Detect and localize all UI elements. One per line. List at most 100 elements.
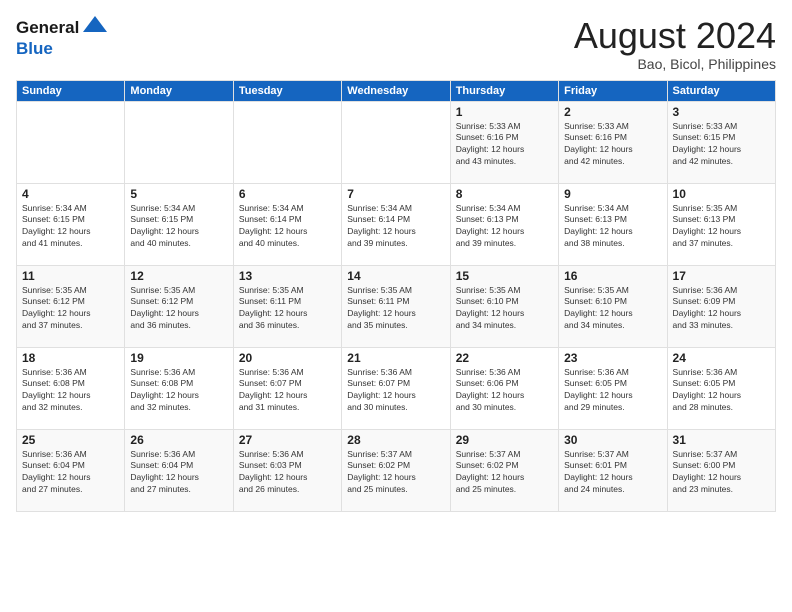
day-number: 21 [347,351,444,365]
title-block: August 2024 Bao, Bicol, Philippines [574,16,776,72]
day-info: Sunrise: 5:36 AM Sunset: 6:05 PM Dayligh… [673,367,770,415]
day-info: Sunrise: 5:34 AM Sunset: 6:15 PM Dayligh… [130,203,227,251]
col-friday: Friday [559,80,667,101]
day-info: Sunrise: 5:35 AM Sunset: 6:11 PM Dayligh… [239,285,336,333]
day-info: Sunrise: 5:34 AM Sunset: 6:14 PM Dayligh… [347,203,444,251]
day-number: 28 [347,433,444,447]
day-info: Sunrise: 5:35 AM Sunset: 6:10 PM Dayligh… [564,285,661,333]
day-info: Sunrise: 5:37 AM Sunset: 6:02 PM Dayligh… [456,449,553,497]
day-cell: 3Sunrise: 5:33 AM Sunset: 6:15 PM Daylig… [667,101,775,183]
logo: General Blue [16,16,109,59]
day-info: Sunrise: 5:34 AM Sunset: 6:13 PM Dayligh… [564,203,661,251]
day-number: 9 [564,187,661,201]
day-info: Sunrise: 5:35 AM Sunset: 6:11 PM Dayligh… [347,285,444,333]
day-cell: 31Sunrise: 5:37 AM Sunset: 6:00 PM Dayli… [667,429,775,511]
col-monday: Monday [125,80,233,101]
day-info: Sunrise: 5:36 AM Sunset: 6:05 PM Dayligh… [564,367,661,415]
day-number: 29 [456,433,553,447]
page: General Blue August 2024 Bao, Bicol, Phi… [0,0,792,612]
logo-icon [81,12,109,40]
day-number: 22 [456,351,553,365]
day-cell: 11 Sunrise: 5:35 AM Sunset: 6:12 PM Dayli… [17,265,125,347]
day-cell: 24 Sunrise: 5:36 AM Sunset: 6:05 PM Dayli… [667,347,775,429]
col-wednesday: Wednesday [342,80,450,101]
day-info: Sunrise: 5:34 AM Sunset: 6:15 PM Dayligh… [22,203,119,251]
header: General Blue August 2024 Bao, Bicol, Phi… [16,16,776,72]
day-cell: 22 Sunrise: 5:36 AM Sunset: 6:06 PM Dayli… [450,347,558,429]
day-cell [17,101,125,183]
day-number: 18 [22,351,119,365]
day-info: Sunrise: 5:33 AM Sunset: 6:15 PM Dayligh… [673,121,770,169]
day-info: Sunrise: 5:35 AM Sunset: 6:10 PM Dayligh… [456,285,553,333]
week-row-3: 11 Sunrise: 5:35 AM Sunset: 6:12 PM Dayli… [17,265,776,347]
day-info: Sunrise: 5:34 AM Sunset: 6:13 PM Dayligh… [456,203,553,251]
day-cell: 2Sunrise: 5:33 AM Sunset: 6:16 PM Daylig… [559,101,667,183]
day-number: 14 [347,269,444,283]
day-cell [125,101,233,183]
week-row-5: 25Sunrise: 5:36 AM Sunset: 6:04 PM Dayli… [17,429,776,511]
day-cell: 23 Sunrise: 5:36 AM Sunset: 6:05 PM Dayli… [559,347,667,429]
day-cell: 21 Sunrise: 5:36 AM Sunset: 6:07 PM Dayli… [342,347,450,429]
day-number: 15 [456,269,553,283]
day-number: 17 [673,269,770,283]
day-number: 30 [564,433,661,447]
day-number: 19 [130,351,227,365]
day-cell: 7 Sunrise: 5:34 AM Sunset: 6:14 PM Daylig… [342,183,450,265]
day-cell: 27 Sunrise: 5:36 AM Sunset: 6:03 PM Dayli… [233,429,341,511]
day-number: 1 [456,105,553,119]
day-number: 2 [564,105,661,119]
day-info: Sunrise: 5:33 AM Sunset: 6:16 PM Dayligh… [456,121,553,169]
day-info: Sunrise: 5:35 AM Sunset: 6:13 PM Dayligh… [673,203,770,251]
day-number: 6 [239,187,336,201]
day-cell: 26Sunrise: 5:36 AM Sunset: 6:04 PM Dayli… [125,429,233,511]
calendar-subtitle: Bao, Bicol, Philippines [574,56,776,72]
day-number: 7 [347,187,444,201]
day-number: 24 [673,351,770,365]
day-info: Sunrise: 5:36 AM Sunset: 6:03 PM Dayligh… [239,449,336,497]
day-cell: 1 Sunrise: 5:33 AM Sunset: 6:16 PM Daylig… [450,101,558,183]
day-info: Sunrise: 5:36 AM Sunset: 6:06 PM Dayligh… [456,367,553,415]
day-cell: 12 Sunrise: 5:35 AM Sunset: 6:12 PM Dayli… [125,265,233,347]
day-cell [342,101,450,183]
day-number: 26 [130,433,227,447]
day-info: Sunrise: 5:35 AM Sunset: 6:12 PM Dayligh… [130,285,227,333]
day-info: Sunrise: 5:34 AM Sunset: 6:14 PM Dayligh… [239,203,336,251]
day-cell: 13Sunrise: 5:35 AM Sunset: 6:11 PM Dayli… [233,265,341,347]
col-tuesday: Tuesday [233,80,341,101]
day-cell: 18 Sunrise: 5:36 AM Sunset: 6:08 PM Dayli… [17,347,125,429]
day-cell: 17 Sunrise: 5:36 AM Sunset: 6:09 PM Dayli… [667,265,775,347]
day-info: Sunrise: 5:36 AM Sunset: 6:08 PM Dayligh… [22,367,119,415]
header-row: Sunday Monday Tuesday Wednesday Thursday… [17,80,776,101]
day-info: Sunrise: 5:35 AM Sunset: 6:12 PM Dayligh… [22,285,119,333]
day-cell: 8 Sunrise: 5:34 AM Sunset: 6:13 PM Daylig… [450,183,558,265]
logo-text-blue: Blue [16,39,53,58]
day-cell: 5 Sunrise: 5:34 AM Sunset: 6:15 PM Daylig… [125,183,233,265]
day-cell: 29 Sunrise: 5:37 AM Sunset: 6:02 PM Dayli… [450,429,558,511]
day-info: Sunrise: 5:36 AM Sunset: 6:07 PM Dayligh… [347,367,444,415]
logo-text-general: General [16,19,79,38]
day-info: Sunrise: 5:36 AM Sunset: 6:07 PM Dayligh… [239,367,336,415]
day-number: 27 [239,433,336,447]
day-info: Sunrise: 5:36 AM Sunset: 6:09 PM Dayligh… [673,285,770,333]
week-row-1: 1 Sunrise: 5:33 AM Sunset: 6:16 PM Daylig… [17,101,776,183]
calendar-title: August 2024 [574,16,776,56]
week-row-4: 18 Sunrise: 5:36 AM Sunset: 6:08 PM Dayli… [17,347,776,429]
day-cell: 14 Sunrise: 5:35 AM Sunset: 6:11 PM Dayli… [342,265,450,347]
col-thursday: Thursday [450,80,558,101]
day-info: Sunrise: 5:37 AM Sunset: 6:02 PM Dayligh… [347,449,444,497]
day-number: 23 [564,351,661,365]
day-info: Sunrise: 5:37 AM Sunset: 6:01 PM Dayligh… [564,449,661,497]
col-saturday: Saturday [667,80,775,101]
day-number: 8 [456,187,553,201]
day-cell: 4Sunrise: 5:34 AM Sunset: 6:15 PM Daylig… [17,183,125,265]
calendar-table: Sunday Monday Tuesday Wednesday Thursday… [16,80,776,512]
day-number: 12 [130,269,227,283]
day-cell: 28 Sunrise: 5:37 AM Sunset: 6:02 PM Dayli… [342,429,450,511]
day-cell: 15 Sunrise: 5:35 AM Sunset: 6:10 PM Dayli… [450,265,558,347]
day-number: 10 [673,187,770,201]
day-number: 5 [130,187,227,201]
day-cell: 9 Sunrise: 5:34 AM Sunset: 6:13 PM Daylig… [559,183,667,265]
day-number: 11 [22,269,119,283]
day-cell: 16Sunrise: 5:35 AM Sunset: 6:10 PM Dayli… [559,265,667,347]
day-info: Sunrise: 5:36 AM Sunset: 6:04 PM Dayligh… [22,449,119,497]
